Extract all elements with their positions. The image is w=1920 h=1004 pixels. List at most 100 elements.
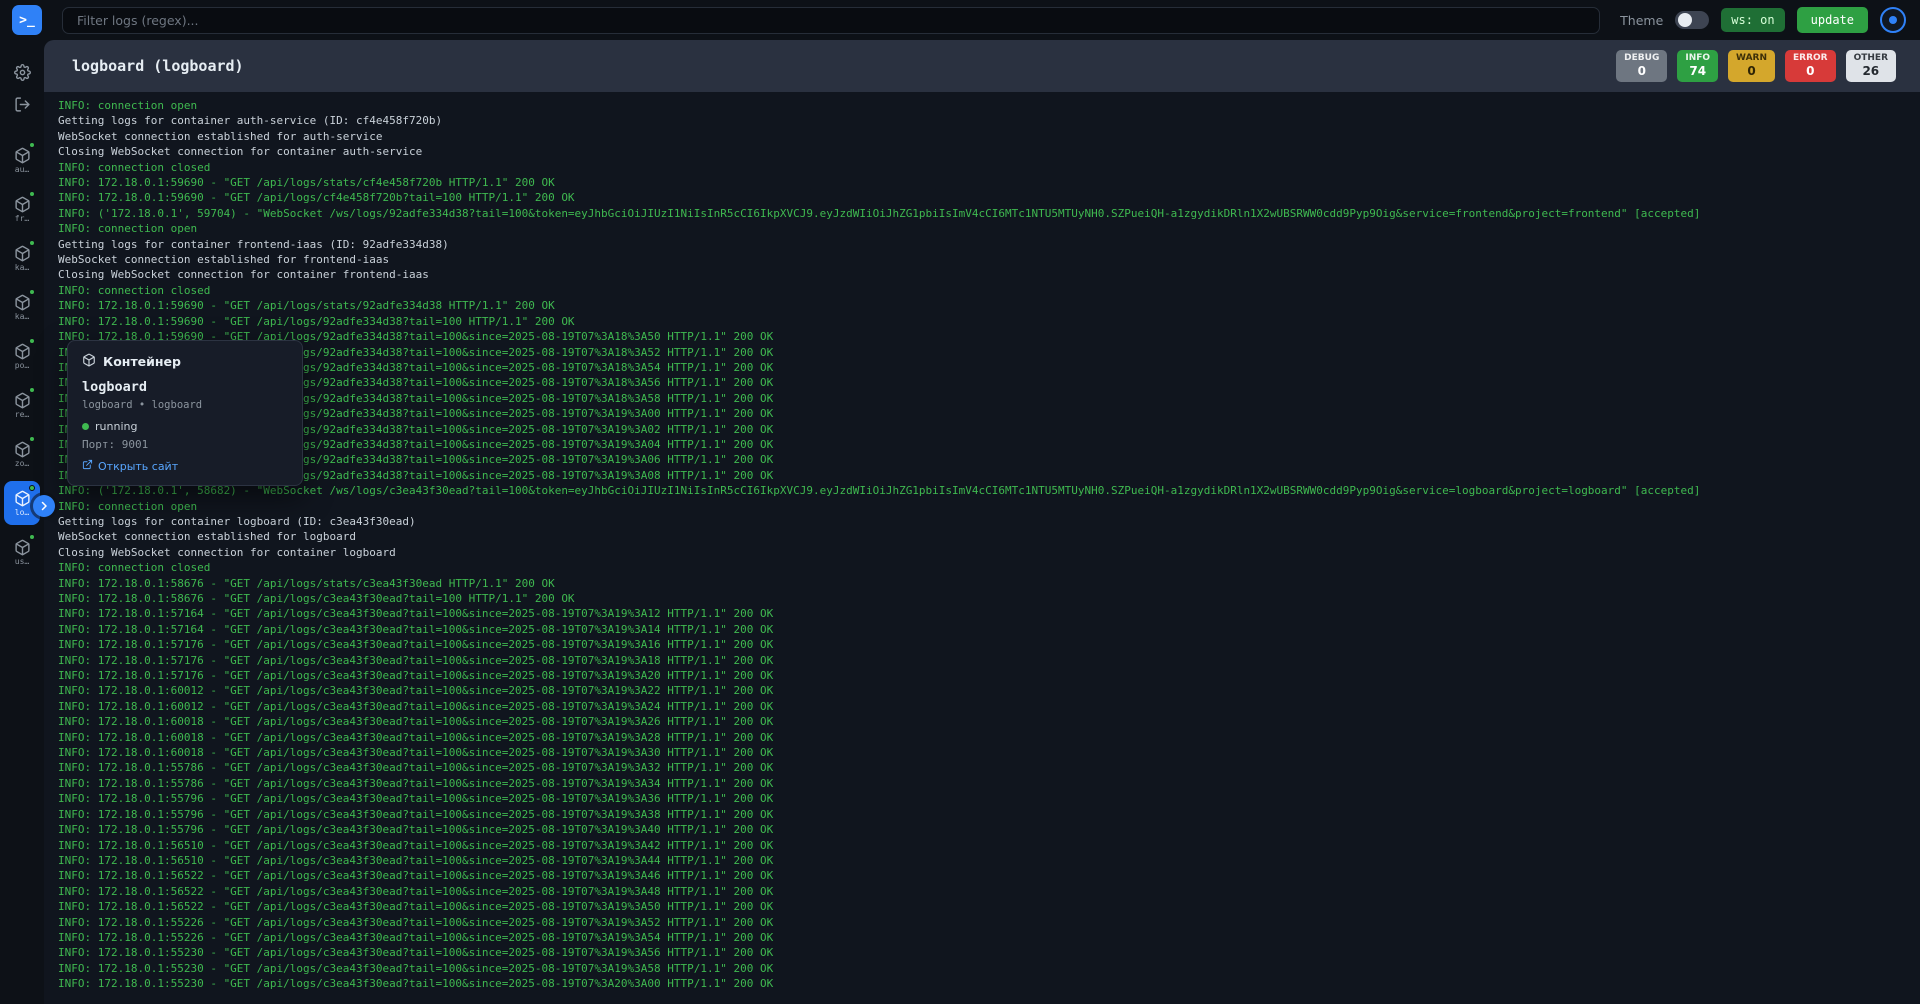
- sidebar-container-item[interactable]: au…: [4, 138, 40, 182]
- running-dot: [29, 387, 35, 393]
- log-line: Getting logs for container frontend-iaas…: [58, 237, 1920, 252]
- sidebar-container-item[interactable]: fr…: [4, 187, 40, 231]
- logout-icon: [14, 96, 31, 117]
- container-icon: [14, 196, 31, 213]
- log-line: INFO: 172.18.0.1:58676 - "GET /api/logs/…: [58, 591, 1920, 606]
- log-line: INFO: 172.18.0.1:57176 - "GET /api/logs/…: [58, 668, 1920, 683]
- container-tooltip: Контейнер logboard logboard • logboard r…: [67, 340, 303, 486]
- level-badge-count: 0: [1793, 64, 1828, 79]
- log-line: WebSocket connection established for fro…: [58, 252, 1920, 267]
- running-dot: [29, 534, 35, 540]
- log-line: INFO: 172.18.0.1:57164 - "GET /api/logs/…: [58, 606, 1920, 621]
- log-line: INFO: 172.18.0.1:59690 - "GET /api/logs/…: [58, 190, 1920, 205]
- level-badge-count: 26: [1854, 64, 1888, 79]
- log-line: Closing WebSocket connection for contain…: [58, 545, 1920, 560]
- log-line: INFO: 172.18.0.1:59690 - "GET /api/logs/…: [58, 175, 1920, 190]
- tooltip-subtitle: logboard • logboard: [82, 399, 288, 411]
- log-line: INFO: 172.18.0.1:59690 - "GET /api/logs/…: [58, 452, 1920, 467]
- log-line: INFO: 172.18.0.1:59690 - "GET /api/logs/…: [58, 375, 1920, 390]
- level-badge: DEBUG 0: [1616, 50, 1667, 82]
- log-line: INFO: ('172.18.0.1', 58682) - "WebSocket…: [58, 483, 1920, 498]
- level-badge-label: DEBUG: [1624, 53, 1659, 64]
- log-line: INFO: ('172.18.0.1', 59704) - "WebSocket…: [58, 206, 1920, 221]
- open-site-label: Открыть сайт: [98, 460, 178, 473]
- container-label: ka…: [15, 263, 29, 272]
- tooltip-header: Контейнер: [82, 353, 288, 370]
- update-button[interactable]: update: [1797, 7, 1868, 33]
- container-label: fr…: [15, 214, 29, 223]
- container-icon: [14, 441, 31, 458]
- sidebar-container-item[interactable]: zo…: [4, 432, 40, 476]
- log-line: INFO: 172.18.0.1:59690 - "GET /api/logs/…: [58, 437, 1920, 452]
- running-dot: [29, 338, 35, 344]
- level-badge-label: ERROR: [1793, 53, 1828, 64]
- log-line: INFO: 172.18.0.1:57176 - "GET /api/logs/…: [58, 653, 1920, 668]
- level-badge-label: INFO: [1685, 53, 1710, 64]
- log-line: INFO: 172.18.0.1:59690 - "GET /api/logs/…: [58, 314, 1920, 329]
- tooltip-status-text: running: [95, 420, 137, 433]
- sidebar-container-item[interactable]: ka…: [4, 236, 40, 280]
- sidebar-container-item[interactable]: po…: [4, 334, 40, 378]
- theme-label: Theme: [1620, 13, 1663, 28]
- open-site-link[interactable]: Открыть сайт: [82, 459, 288, 473]
- log-line: Getting logs for container logboard (ID:…: [58, 514, 1920, 529]
- log-line: INFO: 172.18.0.1:60012 - "GET /api/logs/…: [58, 699, 1920, 714]
- log-line: INFO: 172.18.0.1:59690 - "GET /api/logs/…: [58, 406, 1920, 421]
- level-badge-label: OTHER: [1854, 53, 1888, 64]
- sidebar-container-item[interactable]: ka…: [4, 285, 40, 329]
- theme-toggle[interactable]: [1675, 11, 1709, 29]
- log-line: INFO: 172.18.0.1:55226 - "GET /api/logs/…: [58, 915, 1920, 930]
- log-line: INFO: 172.18.0.1:59690 - "GET /api/logs/…: [58, 468, 1920, 483]
- sidebar-container-item[interactable]: re…: [4, 383, 40, 427]
- log-line: WebSocket connection established for aut…: [58, 129, 1920, 144]
- log-line: INFO: 172.18.0.1:55230 - "GET /api/logs/…: [58, 945, 1920, 960]
- level-badge: OTHER 26: [1846, 50, 1896, 82]
- log-list[interactable]: INFO: connection openGetting logs for co…: [44, 92, 1920, 1004]
- tooltip-port: Порт: 9001: [82, 438, 288, 451]
- log-line: WebSocket connection established for log…: [58, 529, 1920, 544]
- container-label: po…: [15, 361, 29, 370]
- log-line: INFO: connection closed: [58, 560, 1920, 575]
- log-line: INFO: 172.18.0.1:59690 - "GET /api/logs/…: [58, 391, 1920, 406]
- gear-icon: [14, 64, 31, 85]
- tooltip-status-row: running: [82, 420, 288, 433]
- running-dot: [29, 485, 35, 491]
- running-dot: [29, 142, 35, 148]
- log-line: INFO: 172.18.0.1:55796 - "GET /api/logs/…: [58, 822, 1920, 837]
- container-icon: [14, 294, 31, 311]
- log-line: INFO: connection open: [58, 499, 1920, 514]
- log-line: INFO: connection open: [58, 221, 1920, 236]
- logout-button[interactable]: [8, 92, 36, 120]
- container-icon: [14, 490, 31, 507]
- log-line: INFO: 172.18.0.1:55796 - "GET /api/logs/…: [58, 791, 1920, 806]
- avatar-icon: [1889, 16, 1897, 24]
- sidebar: au… fr… ka… ka… po… re…: [0, 40, 44, 1004]
- level-badge: WARN 0: [1728, 50, 1775, 82]
- log-level-badges: DEBUG 0 INFO 74 WARN 0 ERROR 0 OTHER 26: [1616, 50, 1896, 82]
- level-badge: INFO 74: [1677, 50, 1718, 82]
- settings-button[interactable]: [8, 60, 36, 88]
- container-label: zo…: [15, 459, 29, 468]
- sidebar-container-item[interactable]: us…: [4, 530, 40, 574]
- log-line: INFO: 172.18.0.1:56522 - "GET /api/logs/…: [58, 899, 1920, 914]
- running-dot: [29, 240, 35, 246]
- container-label: ka…: [15, 312, 29, 321]
- container-label: au…: [15, 165, 29, 174]
- container-label: lo…: [15, 508, 29, 517]
- log-line: INFO: 172.18.0.1:55230 - "GET /api/logs/…: [58, 976, 1920, 991]
- log-line: Getting logs for container auth-service …: [58, 113, 1920, 128]
- container-label: re…: [15, 410, 29, 419]
- log-line: INFO: 172.18.0.1:55786 - "GET /api/logs/…: [58, 776, 1920, 791]
- main-panel: logboard (logboard) DEBUG 0 INFO 74 WARN…: [44, 40, 1920, 1004]
- tooltip-title: Контейнер: [103, 354, 181, 369]
- tooltip-container-name: logboard: [82, 379, 288, 395]
- log-line: INFO: 172.18.0.1:57164 - "GET /api/logs/…: [58, 622, 1920, 637]
- main-header: logboard (logboard) DEBUG 0 INFO 74 WARN…: [44, 40, 1920, 92]
- log-line: INFO: 172.18.0.1:60018 - "GET /api/logs/…: [58, 714, 1920, 729]
- expand-sidebar-button[interactable]: [33, 495, 55, 517]
- log-line: INFO: 172.18.0.1:56522 - "GET /api/logs/…: [58, 884, 1920, 899]
- running-dot: [29, 191, 35, 197]
- avatar-button[interactable]: [1880, 7, 1906, 33]
- filter-input[interactable]: [62, 7, 1600, 34]
- log-line: INFO: 172.18.0.1:55226 - "GET /api/logs/…: [58, 930, 1920, 945]
